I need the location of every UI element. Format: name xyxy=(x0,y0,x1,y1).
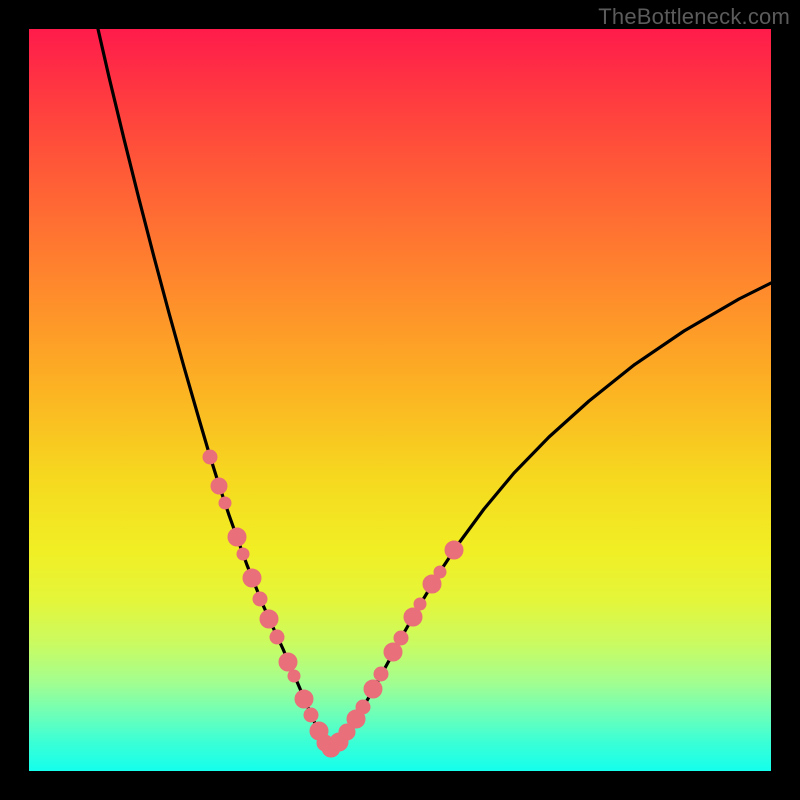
marker-dot xyxy=(394,631,408,645)
watermark-text: TheBottleneck.com xyxy=(598,4,790,30)
marker-dot xyxy=(364,680,382,698)
marker-dot xyxy=(228,528,246,546)
chart-root: { "watermark": "TheBottleneck.com", "cha… xyxy=(0,0,800,800)
marker-dot xyxy=(279,653,297,671)
marker-dot xyxy=(414,598,426,610)
marker-dot xyxy=(356,700,370,714)
marker-dot xyxy=(253,592,267,606)
marker-dot xyxy=(404,608,422,626)
left-curve xyxy=(98,29,329,751)
marker-dot xyxy=(260,610,278,628)
marker-dot xyxy=(374,667,388,681)
marker-dot xyxy=(295,690,313,708)
marker-dot xyxy=(270,630,284,644)
marker-dot xyxy=(203,450,217,464)
marker-dot xyxy=(219,497,231,509)
right-curve xyxy=(329,283,771,751)
marker-group xyxy=(203,450,463,757)
marker-dot xyxy=(384,643,402,661)
marker-dot xyxy=(237,548,249,560)
marker-dot xyxy=(211,478,227,494)
marker-dot xyxy=(434,566,446,578)
plot-area xyxy=(29,29,771,771)
marker-dot xyxy=(445,541,463,559)
marker-dot xyxy=(288,670,300,682)
marker-dot xyxy=(243,569,261,587)
marker-dot xyxy=(304,708,318,722)
curve-layer xyxy=(29,29,771,771)
